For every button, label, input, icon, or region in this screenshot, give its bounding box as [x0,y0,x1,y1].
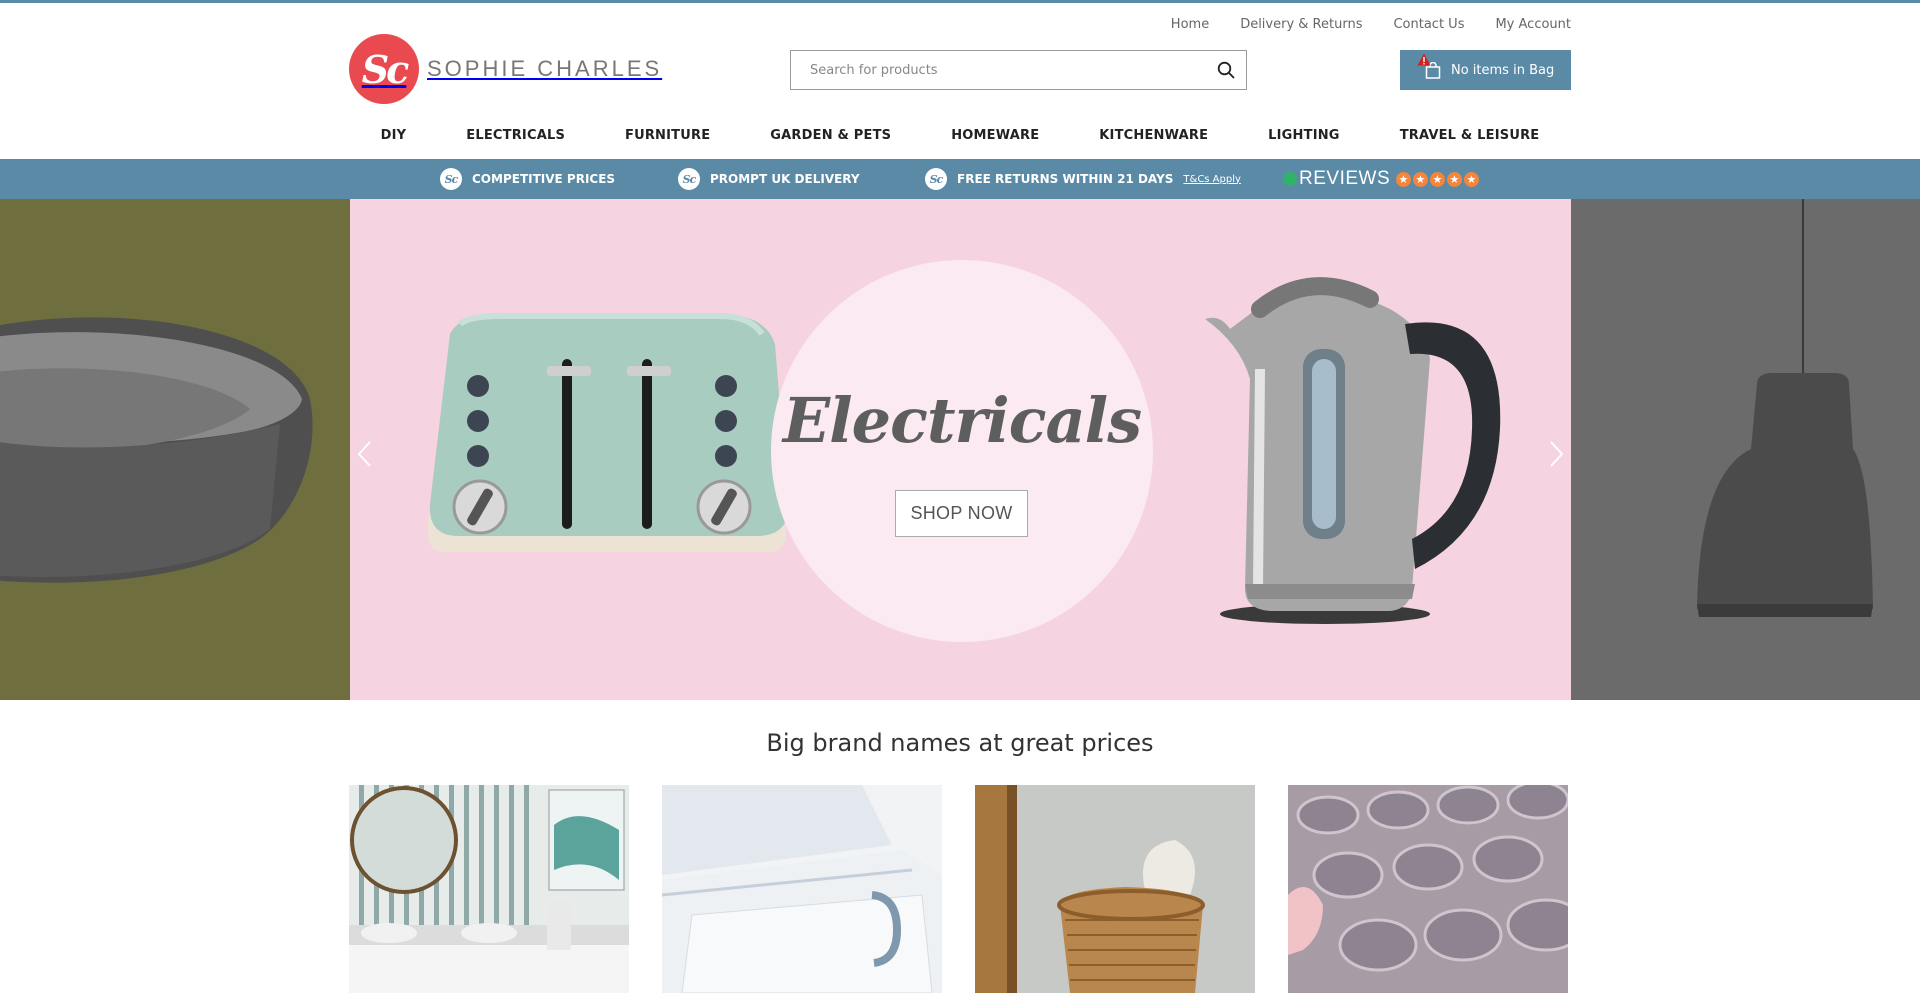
carousel-next-arrow[interactable] [1546,439,1566,469]
rating-stars: ★ ★ ★ ★ ★ [1396,171,1480,187]
bag-label: No items in Bag [1451,62,1555,78]
util-link-contact-us[interactable]: Contact Us [1393,17,1464,32]
usp-competitive-prices: Sc COMPETITIVE PRICES [440,159,615,199]
nav-item-lighting[interactable]: LIGHTING [1238,128,1370,143]
pet-bed-image [0,317,313,583]
kettle-image [1205,277,1501,624]
reviews-logo-icon [1283,172,1297,186]
section-title: Big brand names at great prices [766,729,1154,757]
toaster-image [428,313,789,552]
main-nav: DIY ELECTRICALS FURNITURE GARDEN & PETS … [0,128,1920,143]
star-icon: ★ [1396,171,1412,187]
site-logo[interactable]: Sc SOPHIE CHARLES [349,34,662,104]
search-box [790,50,1247,90]
reviews-label: REVIEWS [1299,168,1391,189]
warning-icon [1417,53,1431,66]
hero-title: Electricals [782,384,1142,457]
category-tile-storage[interactable] [662,785,942,993]
usp-label: PROMPT UK DELIVERY [710,172,860,186]
nav-item-homeware[interactable]: HOMEWARE [921,128,1069,143]
terms-link[interactable]: T&Cs Apply [1183,174,1241,185]
nav-item-kitchenware[interactable]: KITCHENWARE [1069,128,1238,143]
util-link-delivery-returns[interactable]: Delivery & Returns [1240,17,1362,32]
nav-item-furniture[interactable]: FURNITURE [595,128,740,143]
star-icon: ★ [1430,171,1446,187]
usp-label: FREE RETURNS WITHIN 21 DAYS [957,172,1174,186]
top-accent-line [0,0,1920,3]
usp-prompt-delivery: Sc PROMPT UK DELIVERY [678,159,860,199]
carousel-prev-slide [0,199,350,700]
search-icon [1217,61,1235,79]
category-tile-kitchenware[interactable] [1288,785,1568,993]
util-link-home[interactable]: Home [1171,17,1209,32]
util-link-my-account[interactable]: My Account [1495,17,1571,32]
category-tile-bathroom[interactable] [349,785,629,993]
nav-item-diy[interactable]: DIY [351,128,437,143]
muffin-tin-image [1288,785,1568,993]
bathroom-image [349,785,629,993]
nav-item-travel-leisure[interactable]: TRAVEL & LEISURE [1370,128,1570,143]
wicker-basket-image [975,785,1255,993]
sc-badge-icon: Sc [925,168,947,190]
star-icon: ★ [1447,171,1463,187]
nav-item-garden-pets[interactable]: GARDEN & PETS [740,128,921,143]
pendant-lamp-image [1697,199,1873,617]
usp-free-returns: Sc FREE RETURNS WITHIN 21 DAYS T&Cs Appl… [925,159,1241,199]
star-icon: ★ [1413,171,1429,187]
star-icon: ★ [1464,171,1480,187]
logo-text: SOPHIE CHARLES [427,56,663,81]
hero-slide: Electricals SHOP NOW [350,199,1571,700]
shop-now-button[interactable]: SHOP NOW [895,490,1028,537]
search-input[interactable] [791,51,1206,89]
carousel-next-slide [1571,199,1920,700]
bag-button[interactable]: No items in Bag [1400,50,1571,90]
reviews-widget[interactable]: REVIEWS ★ ★ ★ ★ ★ [1283,159,1480,199]
sc-badge-icon: Sc [440,168,462,190]
storage-drawers-image [662,785,942,993]
category-tile-homeware[interactable] [975,785,1255,993]
usp-bar: Sc COMPETITIVE PRICES Sc PROMPT UK DELIV… [0,159,1920,199]
utility-nav: Home Delivery & Returns Contact Us My Ac… [1140,17,1571,32]
nav-item-electricals[interactable]: ELECTRICALS [436,128,595,143]
usp-label: COMPETITIVE PRICES [472,172,616,186]
bag-icon [1417,53,1441,79]
search-button[interactable] [1206,51,1246,89]
carousel-prev-arrow[interactable] [355,439,375,469]
sc-badge-icon: Sc [678,168,700,190]
logo-mark: Sc [349,34,419,104]
